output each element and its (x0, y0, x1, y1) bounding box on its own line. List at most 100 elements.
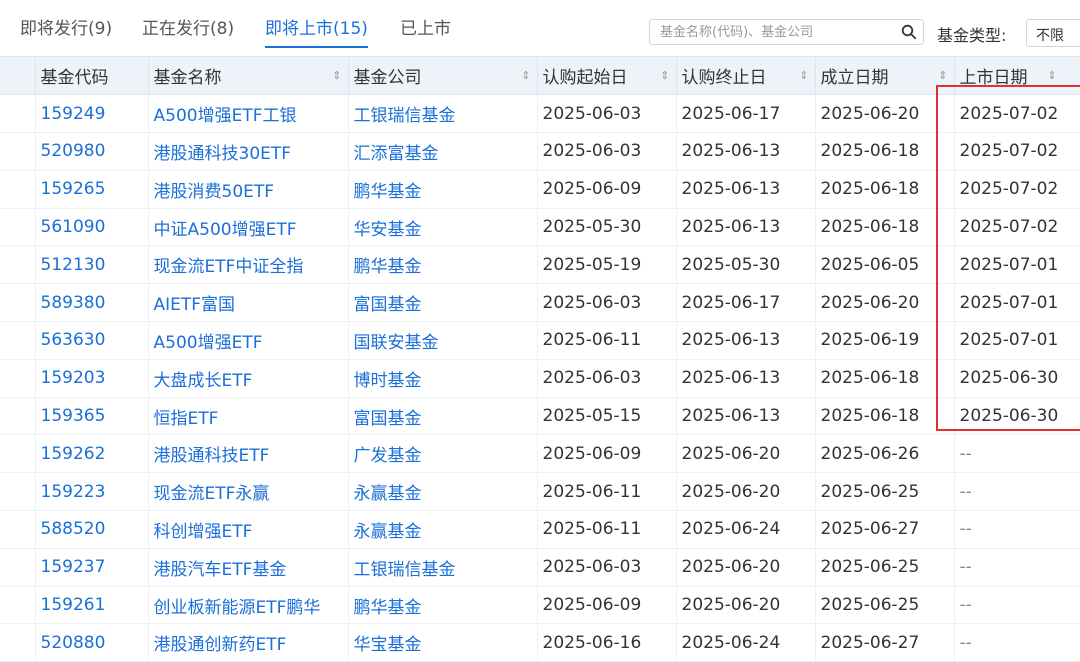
fund-code[interactable]: 159237 (41, 557, 106, 577)
fund-code-cell[interactable]: 159249 (35, 94, 149, 134)
table-row[interactable]: 159261 创业板新能源ETF鹏华 鹏华基金 2025-06-09 2025-06-2… (0, 586, 1080, 625)
table-row[interactable]: 159262 港股通科技ETF 广发基金 2025-06-09 2025-06-20 20… (0, 434, 1080, 474)
fund-name-cell[interactable]: 港股消费50ETF (148, 170, 349, 209)
fund-name-cell[interactable]: 港股通科技30ETF (148, 132, 349, 171)
fund-company-cell[interactable]: 博时基金 (348, 359, 538, 398)
fund-company-cell[interactable]: 工银瑞信基金 (348, 94, 538, 134)
fund-name-cell[interactable]: AIETF富国 (148, 283, 349, 323)
fund-code-cell[interactable]: 588520 (35, 510, 149, 549)
fund-code-cell[interactable]: 561090 (35, 208, 149, 247)
tab-issuing[interactable]: 正在发行(8) (142, 14, 234, 39)
fund-company-cell[interactable]: 富国基金 (348, 397, 538, 436)
fund-name-link[interactable]: 创业板新能源ETF鹏华 (154, 593, 321, 618)
table-row[interactable]: 159223 现金流ETF永赢 永赢基金 2025-06-11 2025-06-20 20… (0, 472, 1080, 512)
fund-name-link[interactable]: 港股通创新药ETF (154, 630, 287, 655)
fund-company-cell[interactable]: 鹏华基金 (348, 586, 538, 625)
fund-name-cell[interactable]: 港股通科技ETF (148, 434, 349, 474)
sort-icon[interactable]: ⇕ (521, 70, 530, 81)
fund-code[interactable]: 159261 (41, 595, 106, 615)
fund-name-cell[interactable]: A500增强ETF工银 (148, 94, 349, 134)
fund-code-cell[interactable]: 512130 (35, 245, 149, 285)
fund-code[interactable]: 561090 (41, 217, 106, 237)
fund-company-cell[interactable]: 广发基金 (348, 434, 538, 474)
fund-company-cell[interactable]: 国联安基金 (348, 321, 538, 360)
fund-name-cell[interactable]: 恒指ETF (148, 397, 349, 436)
tab-listed[interactable]: 已上市 (400, 14, 451, 39)
fund-name-link[interactable]: 港股通科技30ETF (154, 139, 292, 164)
fund-name-cell[interactable]: 科创增强ETF (148, 510, 349, 549)
fund-code-cell[interactable]: 159261 (35, 586, 149, 625)
fund-name-link[interactable]: A500增强ETF (154, 328, 263, 353)
table-row[interactable]: 563630 A500增强ETF 国联安基金 2025-06-11 2025-06-13… (0, 321, 1080, 360)
fund-company-cell[interactable]: 汇添富基金 (348, 132, 538, 171)
fund-code[interactable]: 520980 (41, 141, 106, 161)
fund-code-cell[interactable]: 159265 (35, 170, 149, 209)
fund-company-cell[interactable]: 永赢基金 (348, 472, 538, 512)
fund-name-cell[interactable]: 现金流ETF永赢 (148, 472, 349, 512)
fund-code[interactable]: 159262 (41, 444, 106, 464)
fund-name-link[interactable]: 港股汽车ETF基金 (154, 555, 287, 580)
fund-company-link[interactable]: 华宝基金 (354, 630, 422, 655)
fund-company-link[interactable]: 广发基金 (354, 441, 422, 466)
fund-name-link[interactable]: 科创增强ETF (154, 517, 253, 542)
fund-code[interactable]: 563630 (41, 330, 106, 350)
fund-name-cell[interactable]: A500增强ETF (148, 321, 349, 360)
fund-company-link[interactable]: 华安基金 (354, 215, 422, 240)
fund-code-cell[interactable]: 520880 (35, 623, 149, 662)
fund-company-cell[interactable]: 鹏华基金 (348, 170, 538, 209)
fund-name-link[interactable]: 大盘成长ETF (154, 366, 253, 391)
fund-company-link[interactable]: 永赢基金 (354, 479, 422, 504)
tab-upcoming-issue[interactable]: 即将发行(9) (20, 14, 112, 39)
header-establish-date[interactable]: 成立日期 ⇕ (815, 57, 955, 96)
fund-company-link[interactable]: 永赢基金 (354, 517, 422, 542)
fund-code[interactable]: 159203 (41, 368, 106, 388)
fund-code[interactable]: 589380 (41, 293, 106, 313)
table-row[interactable]: 588520 科创增强ETF 永赢基金 2025-06-11 2025-06-24 202… (0, 510, 1080, 549)
fund-name-cell[interactable]: 港股通创新药ETF (148, 623, 349, 662)
header-listing-date[interactable]: 上市日期 ⇕ (954, 57, 1080, 96)
fund-company-link[interactable]: 工银瑞信基金 (354, 555, 456, 580)
table-row[interactable]: 561090 中证A500增强ETF 华安基金 2025-05-30 2025-06-1… (0, 208, 1080, 247)
fund-company-cell[interactable]: 富国基金 (348, 283, 538, 323)
header-fund-name[interactable]: 基金名称 ⇕ (148, 57, 349, 96)
fund-company-cell[interactable]: 永赢基金 (348, 510, 538, 549)
table-row[interactable]: 159265 港股消费50ETF 鹏华基金 2025-06-09 2025-06-13 2… (0, 170, 1080, 209)
fund-code-cell[interactable]: 589380 (35, 283, 149, 323)
table-row[interactable]: 520880 港股通创新药ETF 华宝基金 2025-06-16 2025-06-24 2… (0, 623, 1080, 662)
fund-code-cell[interactable]: 159237 (35, 548, 149, 587)
fund-code-cell[interactable]: 563630 (35, 321, 149, 360)
fund-name-cell[interactable]: 港股汽车ETF基金 (148, 548, 349, 587)
fund-company-cell[interactable]: 工银瑞信基金 (348, 548, 538, 587)
fund-name-cell[interactable]: 大盘成长ETF (148, 359, 349, 398)
table-row[interactable]: 589380 AIETF富国 富国基金 2025-06-03 2025-06-17 202… (0, 283, 1080, 323)
fund-company-link[interactable]: 鹏华基金 (354, 252, 422, 277)
fund-code-cell[interactable]: 520980 (35, 132, 149, 171)
fund-name-cell[interactable]: 创业板新能源ETF鹏华 (148, 586, 349, 625)
fund-name-link[interactable]: 恒指ETF (154, 404, 219, 429)
fund-name-link[interactable]: A500增强ETF工银 (154, 101, 297, 126)
fund-name-link[interactable]: 中证A500增强ETF (154, 215, 297, 240)
search-icon[interactable] (901, 24, 917, 40)
fund-name-link[interactable]: 港股消费50ETF (154, 177, 275, 202)
sort-icon[interactable]: ⇕ (332, 70, 341, 81)
fund-code[interactable]: 159223 (41, 482, 106, 502)
fund-type-select[interactable]: 不限 (1026, 19, 1080, 47)
fund-name-cell[interactable]: 中证A500增强ETF (148, 208, 349, 247)
header-subscription-end[interactable]: 认购终止日 ⇕ (676, 57, 816, 96)
table-row[interactable]: 159365 恒指ETF 富国基金 2025-05-15 2025-06-13 2025-… (0, 397, 1080, 436)
fund-company-link[interactable]: 鹏华基金 (354, 177, 422, 202)
fund-code[interactable]: 512130 (41, 255, 106, 275)
fund-company-link[interactable]: 汇添富基金 (354, 139, 439, 164)
fund-name-link[interactable]: 现金流ETF中证全指 (154, 252, 304, 277)
table-row[interactable]: 512130 现金流ETF中证全指 鹏华基金 2025-05-19 2025-05-30… (0, 245, 1080, 285)
table-row[interactable]: 520980 港股通科技30ETF 汇添富基金 2025-06-03 2025-06-1… (0, 132, 1080, 171)
sort-icon[interactable]: ⇕ (938, 70, 947, 81)
fund-company-link[interactable]: 博时基金 (354, 366, 422, 391)
fund-company-link[interactable]: 国联安基金 (354, 328, 439, 353)
fund-name-link[interactable]: AIETF富国 (154, 290, 236, 315)
fund-code-cell[interactable]: 159223 (35, 472, 149, 512)
fund-code[interactable]: 159265 (41, 179, 106, 199)
fund-company-cell[interactable]: 华宝基金 (348, 623, 538, 662)
fund-code[interactable]: 159365 (41, 406, 106, 426)
fund-company-link[interactable]: 富国基金 (354, 290, 422, 315)
